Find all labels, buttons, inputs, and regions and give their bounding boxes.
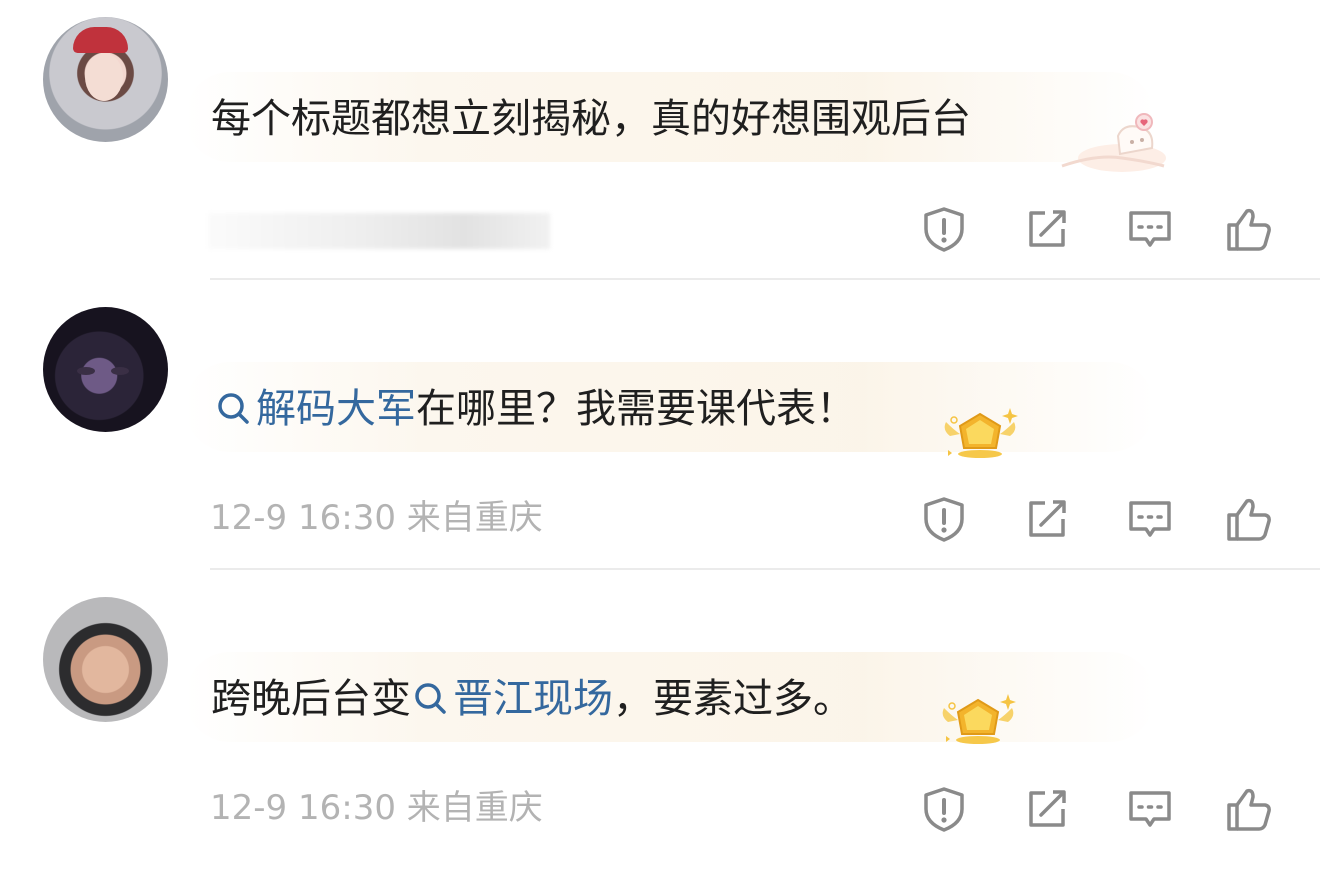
comment-text: 每个标题都想立刻揭秘，真的好想围观后台 (211, 93, 971, 145)
reply-button[interactable] (1124, 785, 1176, 833)
forward-button[interactable] (1021, 785, 1073, 833)
comment-item: 解码大军在哪里？我需要课代表！ 12-9 16:30 来自重庆 (0, 290, 1320, 580)
comment-text-part: ，要素过多。 (613, 676, 853, 722)
divider (210, 278, 1320, 280)
divider (210, 568, 1320, 570)
like-button[interactable] (1223, 495, 1275, 543)
action-bar (918, 785, 1288, 833)
shield-alert-icon (924, 787, 964, 832)
gold-crown-icon (938, 686, 1018, 756)
comment-meta: 12-9 16:30 来自重庆 (210, 498, 543, 538)
avatar[interactable] (43, 307, 168, 432)
report-button[interactable] (918, 495, 970, 543)
hat-shape (73, 27, 128, 53)
reply-button[interactable] (1124, 495, 1176, 543)
comment-item: 每个标题都想立刻揭秘，真的好想围观后台 (0, 0, 1320, 290)
comment-text-part: 跨晚后台变 (211, 676, 411, 722)
topic-link[interactable]: 解码大军 (214, 386, 416, 432)
comment-text-part: 在哪里？我需要课代表！ (416, 386, 856, 432)
reply-button[interactable] (1124, 205, 1176, 253)
comment-icon (1129, 211, 1171, 247)
avatar[interactable] (43, 597, 168, 722)
thumb-up-icon (1227, 498, 1271, 541)
topic-link-label: 解码大军 (256, 386, 416, 432)
forward-button[interactable] (1021, 495, 1073, 543)
action-bar (918, 205, 1288, 253)
like-button[interactable] (1223, 205, 1275, 253)
share-edit-icon (1029, 790, 1066, 827)
shield-alert-icon (924, 207, 964, 252)
comment-text: 跨晚后台变 晋江现场，要素过多。 (211, 673, 853, 725)
comment-text-part: 每个标题都想立刻揭秘，真的好想围观后台 (211, 96, 971, 142)
comment-icon (1129, 501, 1171, 537)
like-button[interactable] (1223, 785, 1275, 833)
comment-text: 解码大军在哪里？我需要课代表！ (214, 383, 856, 435)
search-icon (218, 393, 249, 424)
blurred-meta (208, 213, 550, 249)
forward-button[interactable] (1021, 205, 1073, 253)
report-button[interactable] (918, 785, 970, 833)
topic-link-label: 晋江现场 (453, 676, 613, 722)
avatar[interactable] (43, 17, 168, 142)
topic-link[interactable]: 晋江现场 (411, 676, 613, 722)
thumb-up-icon (1227, 788, 1271, 831)
comment-meta: 12-9 16:30 来自重庆 (210, 788, 543, 828)
gold-crown-icon (940, 400, 1020, 470)
share-edit-icon (1029, 210, 1066, 247)
cat-sticker-icon (1052, 108, 1170, 174)
report-button[interactable] (918, 205, 970, 253)
shield-alert-icon (924, 497, 964, 542)
search-icon (415, 683, 446, 714)
action-bar (918, 495, 1288, 543)
share-edit-icon (1029, 500, 1066, 537)
eye-shape (77, 367, 95, 375)
comment-icon (1129, 791, 1171, 827)
thumb-up-icon (1227, 208, 1271, 251)
face-shape (85, 53, 123, 101)
eye-shape (111, 367, 129, 375)
comment-item: 跨晚后台变 晋江现场，要素过多。 12-9 16:30 来自重庆 (0, 580, 1320, 870)
